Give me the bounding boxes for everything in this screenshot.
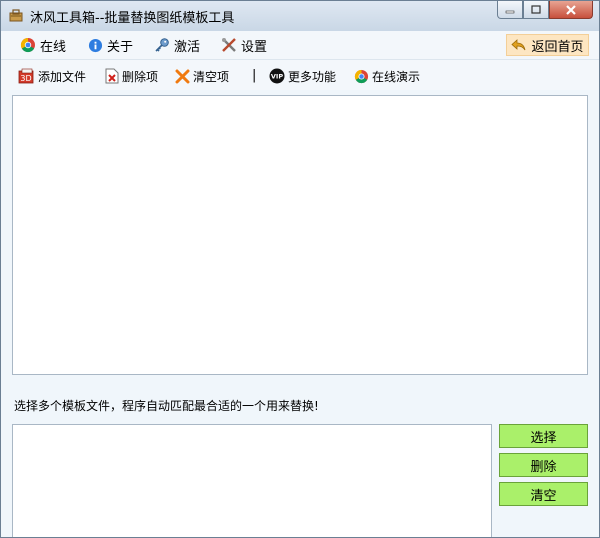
toolbar: 3D 添加文件 删除项 清空项 | VIP 更多功能 在线演示 [1,60,599,90]
close-button[interactable] [549,1,593,19]
file-list[interactable] [12,95,588,375]
minimize-icon [505,10,515,13]
delete-item-label: 删除项 [122,69,159,84]
delete-file-icon [105,68,119,84]
chrome-icon [20,37,35,53]
menu-item-settings[interactable]: 设置 [221,36,268,55]
clear-items-button[interactable]: 清空项 [175,67,229,85]
clear-templates-button[interactable]: 清空 [499,482,588,506]
chrome-icon [354,69,369,83]
clear-x-icon [175,69,190,83]
menu-item-label: 设置 [241,39,268,55]
maximize-icon [531,5,541,14]
add-file-button[interactable]: 3D 添加文件 [18,67,86,85]
app-window: 沐风工具箱--批量替换图纸模板工具 在线 关于 激活 设置 返回首页 3D 添加… [0,0,600,538]
vip-icon: VIP [269,68,285,84]
add-file-icon: 3D [18,68,34,84]
online-demo-button[interactable]: 在线演示 [354,67,420,85]
back-home-button[interactable]: 返回首页 [506,34,589,56]
toolbar-separator: | [252,68,257,83]
info-icon [88,38,103,52]
window-controls [497,1,593,21]
more-features-button[interactable]: VIP 更多功能 [269,67,336,85]
menu-bar: 在线 关于 激活 设置 返回首页 [1,31,599,60]
clear-items-label: 清空项 [193,69,230,84]
menu-item-label: 在线 [40,39,67,55]
menu-item-online[interactable]: 在线 [20,36,67,55]
title-bar[interactable]: 沐风工具箱--批量替换图纸模板工具 [1,1,599,31]
more-features-label: 更多功能 [288,69,337,84]
window-title: 沐风工具箱--批量替换图纸模板工具 [30,11,235,26]
minimize-button[interactable] [497,1,523,19]
app-toolbox-icon [9,9,23,22]
svg-text:3D: 3D [20,74,31,83]
delete-template-button[interactable]: 删除 [499,453,588,477]
maximize-button[interactable] [523,1,549,19]
template-list[interactable] [12,424,492,537]
tools-icon [222,38,236,52]
add-file-label: 添加文件 [38,69,87,84]
menu-item-activate[interactable]: 激活 [154,36,201,55]
key-icon [155,38,169,52]
svg-text:VIP: VIP [271,73,283,81]
back-home-label: 返回首页 [531,39,584,55]
template-hint-text: 选择多个模板文件，程序自动匹配最合适的一个用来替换! [14,399,319,413]
select-template-button[interactable]: 选择 [499,424,588,448]
close-icon [566,4,576,15]
online-demo-label: 在线演示 [372,69,421,84]
menu-item-label: 关于 [107,39,134,55]
menu-item-label: 激活 [174,39,201,55]
delete-item-button[interactable]: 删除项 [105,67,158,85]
back-arrow-icon [511,39,526,51]
menu-item-about[interactable]: 关于 [88,36,134,55]
